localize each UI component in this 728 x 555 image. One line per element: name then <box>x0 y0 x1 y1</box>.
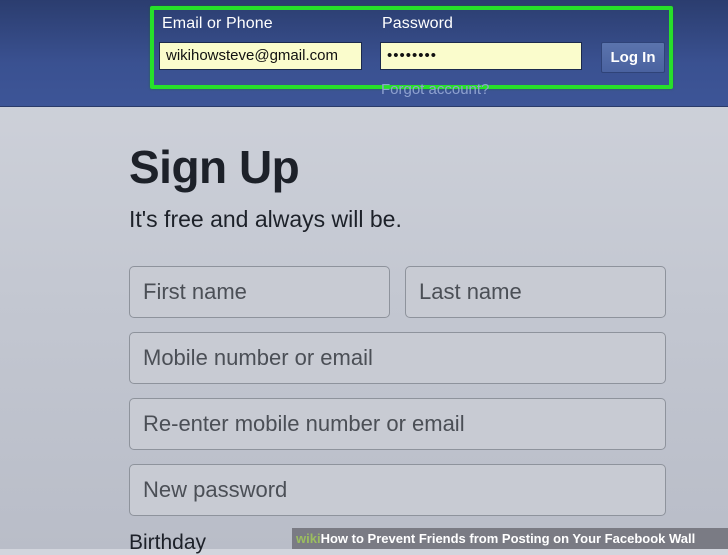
last-name-field[interactable]: Last name <box>405 266 666 318</box>
password-label: Password <box>382 15 454 32</box>
signup-subtitle: It's free and always will be. <box>129 206 402 232</box>
wikihow-logo-how: How <box>320 531 349 546</box>
new-password-field[interactable]: New password <box>129 464 666 516</box>
caption-text: to Prevent Friends from Posting on Your … <box>348 531 696 546</box>
signup-title: Sign Up <box>129 141 300 193</box>
mobile-or-email-field[interactable]: Mobile number or email <box>129 332 666 384</box>
wikihow-logo-wiki: wiki <box>296 531 321 546</box>
email-label: Email or Phone <box>162 15 273 32</box>
login-button[interactable]: Log In <box>601 42 665 73</box>
reenter-mobile-or-email-field[interactable]: Re-enter mobile number or email <box>129 398 666 450</box>
wikihow-caption: wikiHow to Prevent Friends from Posting … <box>292 528 728 549</box>
first-name-field[interactable]: First name <box>129 266 390 318</box>
forgot-account-link[interactable]: Forgot account? <box>381 81 489 98</box>
email-field[interactable]: wikihowsteve@gmail.com <box>159 42 362 70</box>
birthday-label: Birthday <box>129 531 207 554</box>
password-field[interactable]: •••••••• <box>380 42 582 70</box>
